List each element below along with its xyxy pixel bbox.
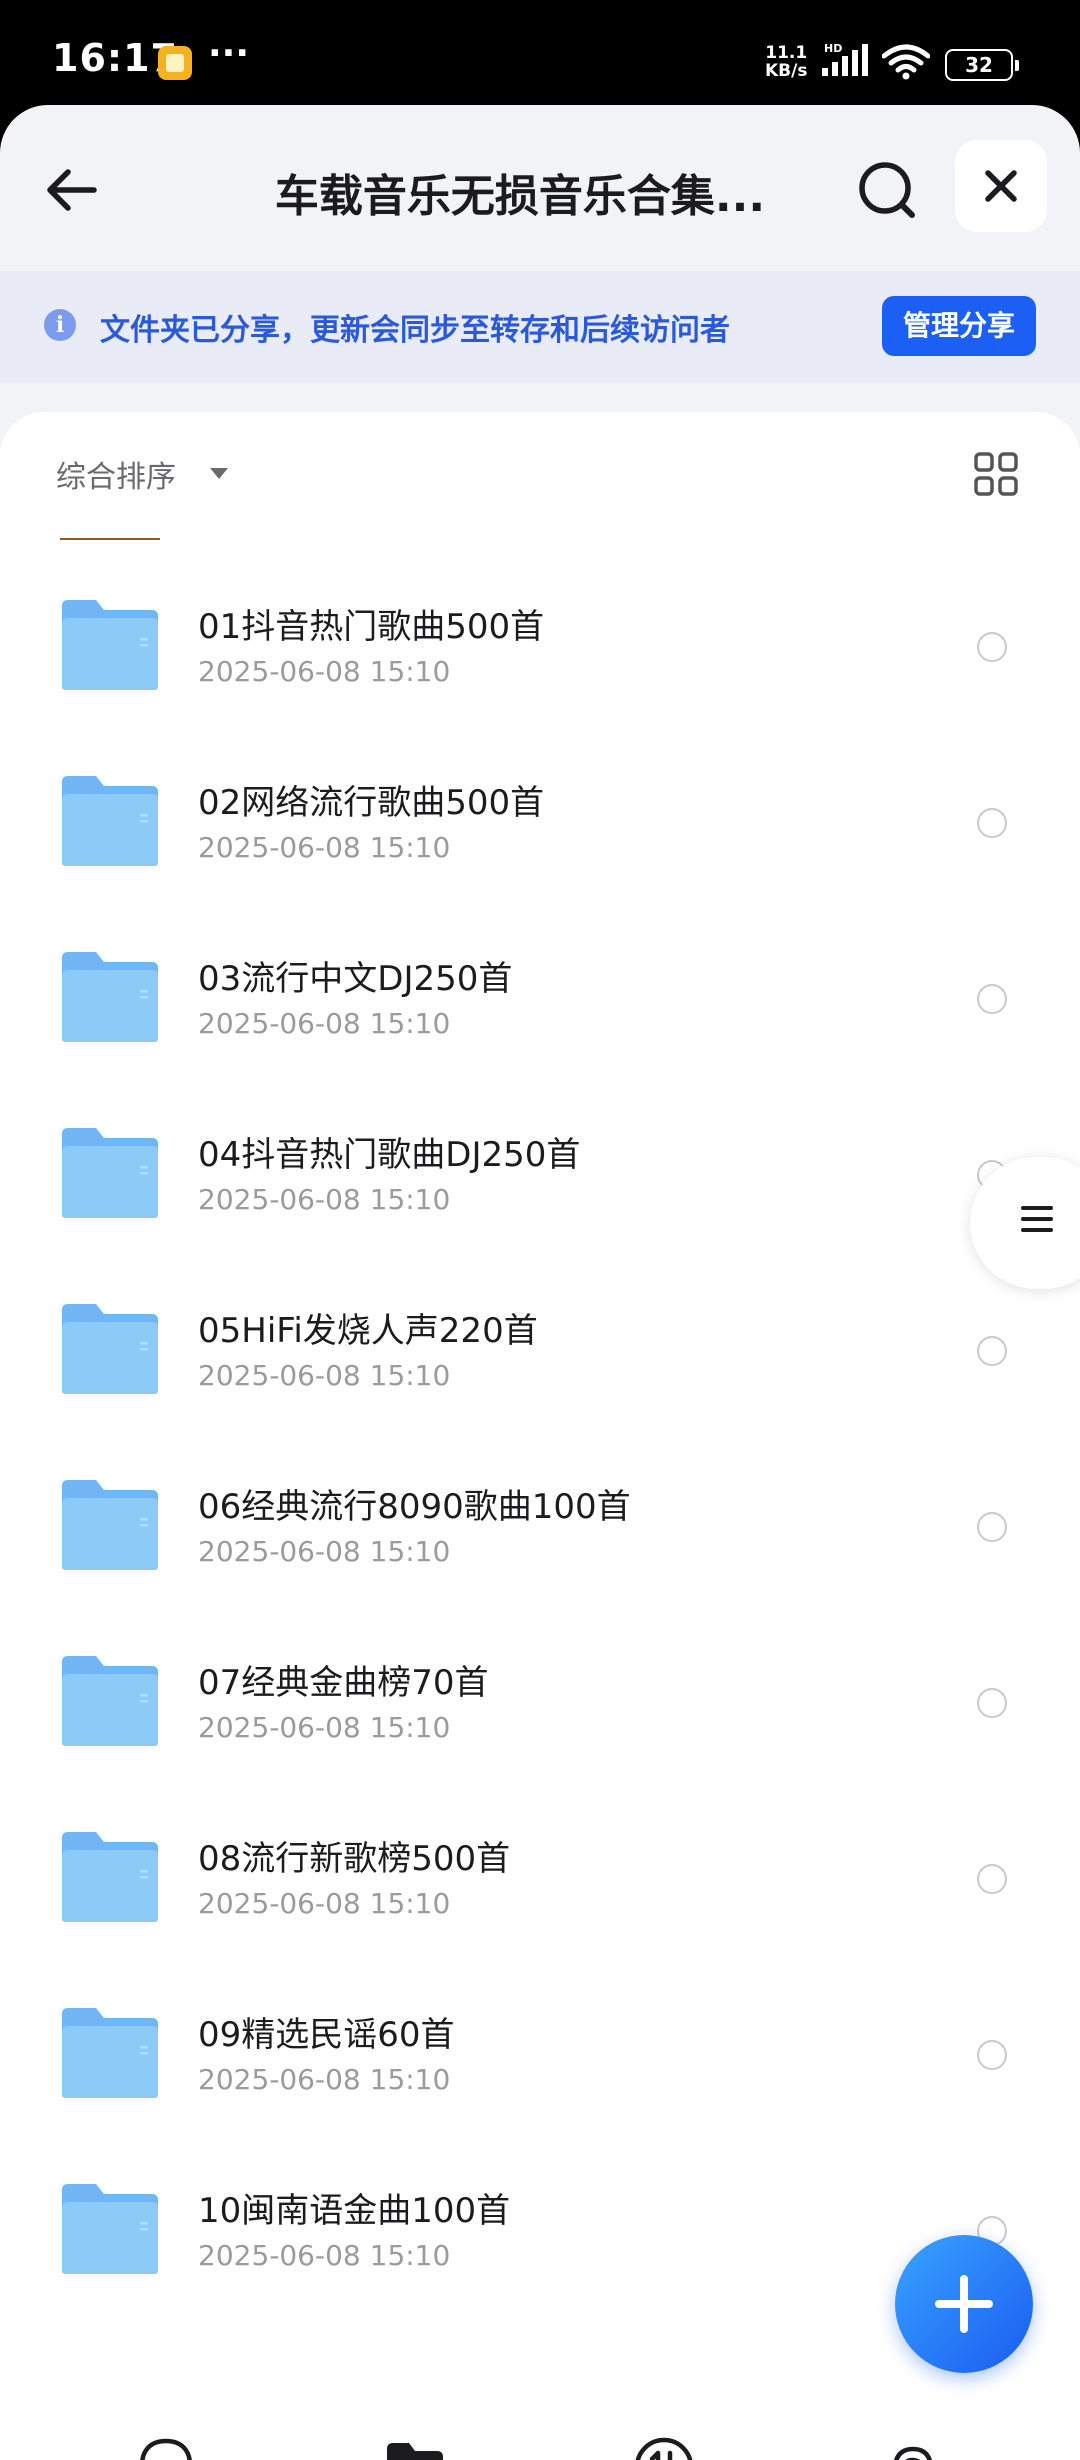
select-checkbox[interactable] — [977, 1336, 1007, 1366]
folder-icon — [62, 776, 158, 866]
folder-icon — [62, 600, 158, 690]
page-title: 车载音乐无损音乐合集... — [274, 171, 766, 222]
notification-app-icon — [158, 46, 192, 80]
share-folder-sheet: 车载音乐无损音乐合集... i 文件夹已分享，更新会同步至转存和后续访问者 管理… — [0, 105, 1080, 2460]
plus-icon — [935, 2275, 993, 2333]
bottom-tab-bar: 首页 文件 传输 会员 — [0, 2405, 1080, 2460]
tab-home[interactable]: 首页 — [66, 2405, 266, 2460]
folder-icon — [62, 952, 158, 1042]
caret-down-icon[interactable] — [210, 468, 228, 479]
folder-date: 2025-06-08 15:10 — [198, 1535, 451, 1568]
folder-date: 2025-06-08 15:10 — [198, 655, 451, 688]
file-list-panel: 综合排序 01抖音热门歌曲500首 2025-06-08 15:10 02网络流… — [0, 412, 1080, 2460]
sort-dropdown[interactable]: 综合排序 — [56, 452, 176, 496]
folder-icon — [62, 2008, 158, 2098]
select-checkbox[interactable] — [977, 1512, 1007, 1542]
network-speed-unit: KB/s — [765, 61, 808, 81]
tab-files[interactable]: 文件 — [315, 2405, 515, 2460]
select-checkbox[interactable] — [977, 632, 1007, 662]
folder-name: 04抖音热门歌曲DJ250首 — [198, 1135, 581, 1175]
close-icon — [985, 170, 1017, 202]
folder-row[interactable]: 04抖音热门歌曲DJ250首 2025-06-08 15:10 — [0, 1095, 1080, 1271]
folder-list: 01抖音热门歌曲500首 2025-06-08 15:10 02网络流行歌曲50… — [0, 567, 1080, 2327]
folder-row[interactable]: 06经典流行8090歌曲100首 2025-06-08 15:10 — [0, 1447, 1080, 1623]
folder-date: 2025-06-08 15:10 — [198, 2239, 451, 2272]
folder-name: 01抖音热门歌曲500首 — [198, 607, 545, 647]
network-type-label: HD — [824, 42, 842, 55]
back-button[interactable] — [38, 155, 108, 225]
folder-icon — [387, 2443, 443, 2460]
folder-icon — [62, 1480, 158, 1570]
header: 车载音乐无损音乐合集... — [0, 105, 1080, 271]
wifi-icon — [881, 44, 931, 84]
network-speed: 11.1 KB/s — [765, 44, 807, 80]
vip-cloud-icon — [894, 2446, 932, 2460]
folder-date: 2025-06-08 15:10 — [198, 2063, 451, 2096]
info-icon: i — [44, 309, 76, 341]
status-bar: 16:17 ··· 11.1 KB/s HD 32 — [0, 0, 1080, 105]
search-button[interactable] — [850, 153, 926, 229]
folder-date: 2025-06-08 15:10 — [198, 831, 451, 864]
folder-name: 10闽南语金曲100首 — [198, 2191, 511, 2231]
folder-date: 2025-06-08 15:10 — [198, 1359, 451, 1392]
tab-vip[interactable]: 会员 — [813, 2405, 1013, 2460]
folder-name: 05HiFi发烧人声220首 — [198, 1311, 538, 1351]
battery-level: 32 — [965, 53, 993, 77]
folder-row[interactable]: 09精选民谣60首 2025-06-08 15:10 — [0, 1975, 1080, 2151]
view-toggle-button[interactable] — [972, 450, 1020, 498]
folder-icon — [62, 1656, 158, 1746]
folder-icon — [62, 1304, 158, 1394]
share-notice-text: 文件夹已分享，更新会同步至转存和后续访问者 — [100, 313, 730, 348]
smiley-home-icon — [140, 2438, 192, 2460]
tab-transfer[interactable]: 传输 — [564, 2405, 764, 2460]
close-button[interactable] — [955, 140, 1047, 232]
select-checkbox[interactable] — [977, 808, 1007, 838]
select-checkbox[interactable] — [977, 984, 1007, 1014]
folder-date: 2025-06-08 15:10 — [198, 1887, 451, 1920]
folder-row[interactable]: 03流行中文DJ250首 2025-06-08 15:10 — [0, 919, 1080, 1095]
grid-view-icon — [974, 452, 1018, 496]
folder-row[interactable]: 07经典金曲榜70首 2025-06-08 15:10 — [0, 1623, 1080, 1799]
battery-icon: 32 — [945, 49, 1019, 81]
folder-date: 2025-06-08 15:10 — [198, 1183, 451, 1216]
folder-row[interactable]: 02网络流行歌曲500首 2025-06-08 15:10 — [0, 743, 1080, 919]
folder-icon — [62, 1128, 158, 1218]
more-notifications-icon: ··· — [208, 33, 250, 74]
select-checkbox[interactable] — [977, 1688, 1007, 1718]
add-button[interactable] — [895, 2235, 1033, 2373]
folder-row[interactable]: 01抖音热门歌曲500首 2025-06-08 15:10 — [0, 567, 1080, 743]
folder-row[interactable]: 08流行新歌榜500首 2025-06-08 15:10 — [0, 1799, 1080, 1975]
folder-date: 2025-06-08 15:10 — [198, 1007, 451, 1040]
folder-icon — [62, 2184, 158, 2274]
folder-name: 02网络流行歌曲500首 — [198, 783, 545, 823]
folder-icon — [62, 1832, 158, 1922]
select-checkbox[interactable] — [977, 1864, 1007, 1894]
arrow-left-icon — [47, 169, 97, 211]
transfer-icon — [635, 2437, 693, 2460]
folder-row[interactable]: 05HiFi发烧人声220首 2025-06-08 15:10 — [0, 1271, 1080, 1447]
network-speed-value: 11.1 — [765, 43, 808, 63]
share-notice-banner: i 文件夹已分享，更新会同步至转存和后续访问者 管理分享 — [0, 271, 1080, 383]
menu-icon[interactable] — [1020, 1202, 1054, 1240]
folder-name: 06经典流行8090歌曲100首 — [198, 1487, 631, 1527]
folder-name: 07经典金曲榜70首 — [198, 1663, 489, 1703]
cellular-signal-icon: HD — [820, 42, 872, 82]
folder-date: 2025-06-08 15:10 — [198, 1711, 451, 1744]
folder-name: 08流行新歌榜500首 — [198, 1839, 511, 1879]
manage-share-button[interactable]: 管理分享 — [882, 296, 1036, 356]
folder-name: 09精选民谣60首 — [198, 2015, 455, 2055]
select-checkbox[interactable] — [977, 2040, 1007, 2070]
folder-name: 03流行中文DJ250首 — [198, 959, 513, 999]
scrolled-item-edge — [60, 538, 160, 540]
search-icon — [859, 162, 915, 218]
